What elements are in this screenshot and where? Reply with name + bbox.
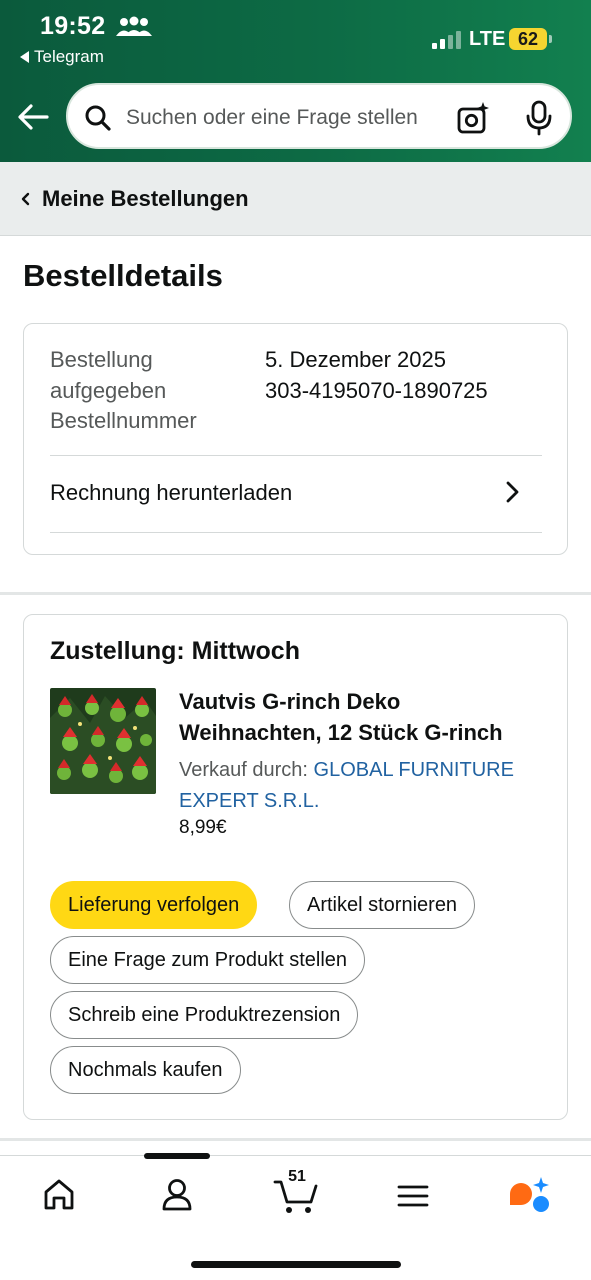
order-labels: Bestellung aufgegeben Bestellnummer	[50, 345, 250, 437]
home-indicator	[191, 1261, 401, 1268]
order-summary-card: Bestellung aufgegeben Bestellnummer 5. D…	[23, 323, 568, 555]
divider	[50, 532, 542, 533]
battery-icon: 62	[509, 28, 553, 50]
chevron-right-icon[interactable]	[502, 480, 522, 504]
section-separator	[0, 592, 591, 595]
back-triangle-icon	[20, 51, 29, 63]
app-header: 19:52 Telegram LTE 62 Suchen oder eine F…	[0, 0, 591, 162]
product-title[interactable]: Vautvis G-rinch Deko Weihnachten, 12 Stü…	[179, 687, 539, 748]
order-date-label: Bestellung aufgegeben	[50, 347, 167, 403]
microphone-icon[interactable]	[524, 100, 554, 136]
section-separator	[0, 1138, 591, 1141]
product-title-line[interactable]: Weihnachten, 12 Stück G-rinch	[179, 718, 539, 749]
buy-again-button[interactable]: Nochmals kaufen	[50, 1046, 241, 1094]
cart-tab[interactable]: 51	[267, 1168, 327, 1216]
product-image[interactable]	[50, 688, 156, 794]
order-values: 5. Dezember 2025 303-4195070-1890725	[265, 345, 488, 406]
product-title-line[interactable]: Vautvis G-rinch Deko	[179, 687, 539, 718]
cancel-item-button[interactable]: Artikel stornieren	[289, 881, 476, 929]
cart-count-badge: 51	[288, 1168, 306, 1185]
assistant-icon[interactable]	[500, 1172, 560, 1216]
search-bar[interactable]: Suchen oder eine Frage stellen	[66, 83, 572, 149]
order-number: 303-4195070-1890725	[265, 377, 488, 403]
product-price: 8,99€	[179, 817, 227, 838]
page-title: Bestelldetails	[23, 258, 223, 293]
search-input[interactable]: Suchen oder eine Frage stellen	[126, 106, 442, 130]
menu-icon[interactable]	[383, 1172, 443, 1216]
status-time: 19:52	[40, 12, 106, 40]
back-arrow-icon[interactable]	[16, 100, 50, 134]
ask-question-button[interactable]: Eine Frage zum Produkt stellen	[50, 936, 366, 984]
download-invoice-link[interactable]: Rechnung herunterladen	[50, 480, 292, 506]
home-icon[interactable]	[29, 1172, 89, 1216]
account-icon[interactable]	[147, 1172, 207, 1216]
search-icon	[85, 105, 111, 131]
contacts-icon	[116, 16, 152, 36]
chevron-left-icon	[21, 192, 30, 205]
write-review-button[interactable]: Schreib eine Produktrezension	[50, 991, 359, 1039]
delivery-heading: Zustellung: Mittwoch	[50, 637, 300, 665]
breadcrumb[interactable]: Meine Bestellungen	[0, 162, 591, 236]
seller-prefix: Verkauf durch:	[179, 759, 308, 781]
signal-icon	[432, 31, 461, 49]
divider	[50, 455, 542, 456]
breadcrumb-label[interactable]: Meine Bestellungen	[42, 186, 249, 212]
seller-info: Verkauf durch: GLOBAL FURNITURE EXPERT S…	[179, 755, 549, 816]
order-date: 5. Dezember 2025	[265, 347, 446, 372]
back-app-label: Telegram	[34, 47, 104, 66]
track-delivery-button[interactable]: Lieferung verfolgen	[50, 881, 258, 929]
back-to-telegram[interactable]: Telegram	[20, 47, 104, 67]
order-number-label: Bestellnummer	[50, 408, 197, 433]
camera-scan-icon[interactable]	[456, 101, 490, 135]
shipment-card: Zustellung: Mittwoch Vautvis G-rinch Dek…	[23, 614, 568, 1120]
active-tab-indicator	[144, 1153, 210, 1159]
battery-level: 62	[517, 29, 539, 49]
network-label: LTE	[469, 28, 506, 50]
